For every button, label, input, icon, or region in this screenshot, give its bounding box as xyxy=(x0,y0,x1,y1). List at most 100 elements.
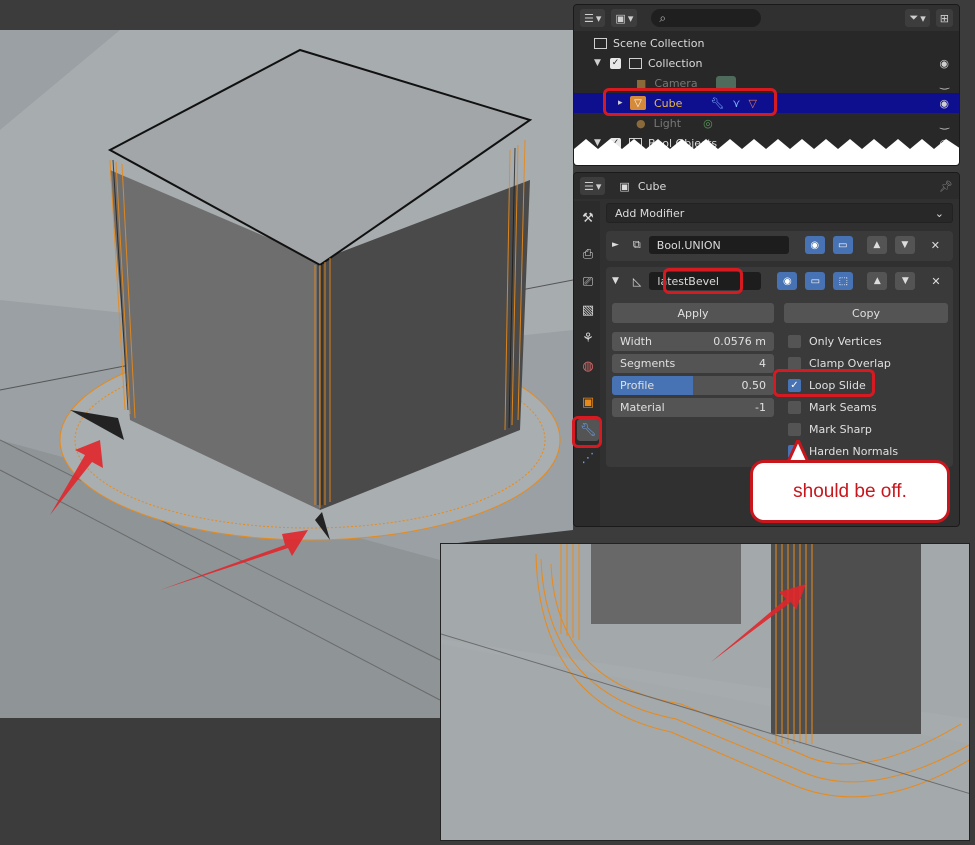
property-tabs: ⚒ ⎙ ⎚ ▧ ⚘ ◍ ▣ 🔧︎ ⋰ xyxy=(574,201,600,526)
wrench-icon[interactable]: 🔧︎ xyxy=(710,97,724,110)
light-data-icon: ◎ xyxy=(703,116,713,130)
clamp-overlap-checkbox[interactable]: Clamp Overlap xyxy=(788,357,891,370)
outliner-header: ☰ ▾ ▣ ▾ ⌕ ⏷ ▾ ⊞ xyxy=(574,5,959,31)
checkbox-label: Harden Normals xyxy=(809,445,899,458)
eye-icon[interactable]: ◉ xyxy=(939,97,949,110)
field-label: Segments xyxy=(620,357,676,370)
world-tab-icon[interactable]: ◍ xyxy=(577,355,599,377)
editmode-toggle-icon[interactable]: ⬚ xyxy=(833,272,854,290)
row-label: Collection xyxy=(648,56,703,70)
apply-button[interactable]: Apply xyxy=(612,303,774,323)
modifier-name-field[interactable]: Bool.UNION xyxy=(648,236,789,254)
boolean-modifier-icon: ⧉ xyxy=(632,238,641,251)
checkbox-icon[interactable] xyxy=(788,335,801,348)
add-modifier-label: Add Modifier xyxy=(615,206,685,220)
object-name: Cube xyxy=(637,179,667,193)
loop-slide-checkbox[interactable]: ✓ Loop Slide xyxy=(788,379,866,392)
row-label: Scene Collection xyxy=(613,36,705,50)
camera-data-icon xyxy=(715,76,736,90)
chevron-down-icon: ▾ xyxy=(595,11,602,25)
width-field[interactable]: Width 0.0576 m xyxy=(612,332,774,351)
close-icon[interactable]: ✕ xyxy=(931,275,940,288)
modifier-tab-icon[interactable]: 🔧︎ xyxy=(577,419,599,441)
move-up-button[interactable]: ▲ xyxy=(867,272,888,290)
new-collection-icon: ⊞ xyxy=(939,11,949,25)
field-label: Width xyxy=(620,335,652,348)
modifier-bool-union: ► ⧉ Bool.UNION ◉ ▭ ▲ ▼ ✕ xyxy=(606,231,953,261)
outliner-row-scene-collection[interactable]: Scene Collection xyxy=(574,33,959,53)
outliner-row-collection[interactable]: ▼ ✓ Collection ◉ xyxy=(574,53,959,73)
object-tab-icon[interactable]: ▣ xyxy=(577,391,599,413)
only-vertices-checkbox[interactable]: Only Vertices xyxy=(788,335,882,348)
new-collection-button[interactable]: ⊞ xyxy=(935,9,953,27)
checkbox-label: Clamp Overlap xyxy=(809,357,891,370)
checkbox-icon[interactable] xyxy=(788,401,801,414)
mesh-data-icon[interactable]: ▽ xyxy=(748,97,756,110)
checkbox-icon[interactable] xyxy=(788,357,801,370)
object-icon: ▣ xyxy=(619,179,630,193)
checkbox-label: Mark Sharp xyxy=(809,423,872,436)
tool-tab-icon[interactable]: ⚒ xyxy=(577,207,599,229)
light-icon: ● xyxy=(636,116,646,130)
outliner-row-camera[interactable]: ■ Camera ‿ xyxy=(574,73,959,93)
checkbox-label: Only Vertices xyxy=(809,335,882,348)
search-icon: ⌕ xyxy=(659,10,667,25)
checkbox-icon[interactable] xyxy=(788,423,801,436)
properties-header: ☰ ▾ ▣ Cube 📌︎ xyxy=(574,173,959,199)
modifier-name: Bool.UNION xyxy=(656,238,721,252)
apply-label: Apply xyxy=(677,306,709,320)
field-value: -1 xyxy=(755,401,766,414)
particles-tab-icon[interactable]: ⋰ xyxy=(577,447,599,469)
mark-sharp-checkbox[interactable]: Mark Sharp xyxy=(788,423,872,436)
mark-seams-checkbox[interactable]: Mark Seams xyxy=(788,401,877,414)
expand-icon[interactable]: ▼ xyxy=(594,58,606,68)
chevron-down-icon: ▾ xyxy=(595,179,602,193)
modifier-name-field[interactable]: latestBevel xyxy=(649,272,762,290)
render-tab-icon[interactable]: ⎙ xyxy=(577,243,599,265)
filter-view-button[interactable]: ▣ ▾ xyxy=(611,9,638,27)
expand-icon[interactable]: ▸ xyxy=(618,98,630,108)
eye-icon[interactable]: ◉ xyxy=(939,57,949,70)
row-label: Cube xyxy=(654,96,683,110)
view-layer-tab-icon[interactable]: ▧ xyxy=(577,299,599,321)
material-field[interactable]: Material -1 xyxy=(612,398,774,417)
torn-edge xyxy=(574,139,959,165)
copy-button[interactable]: Copy xyxy=(784,303,948,323)
bevel-modifier-icon: ◺ xyxy=(632,274,642,288)
segments-field[interactable]: Segments 4 xyxy=(612,354,774,373)
vertex-group-icon[interactable]: ⋎ xyxy=(732,97,740,110)
move-down-button[interactable]: ▼ xyxy=(894,236,915,254)
close-icon[interactable]: ✕ xyxy=(931,239,940,252)
search-input[interactable]: ⌕ xyxy=(651,9,762,27)
outliner-row-light[interactable]: ● Light ◎ ‿ xyxy=(574,113,959,133)
row-label: Light xyxy=(653,116,682,130)
render-toggle-icon[interactable]: ◉ xyxy=(804,236,825,254)
render-toggle-icon[interactable]: ◉ xyxy=(777,272,798,290)
add-modifier-dropdown[interactable]: Add Modifier ⌄ xyxy=(606,203,953,223)
move-up-button[interactable]: ▲ xyxy=(866,236,887,254)
filter-button[interactable]: ⏷ ▾ xyxy=(905,9,930,27)
expand-icon[interactable]: ▼ xyxy=(612,276,619,286)
move-down-button[interactable]: ▼ xyxy=(895,272,916,290)
eye-closed-icon[interactable]: ‿ xyxy=(940,77,949,90)
output-tab-icon[interactable]: ⎚ xyxy=(577,271,599,293)
checkbox-icon[interactable]: ✓ xyxy=(610,57,621,69)
chevron-down-icon: ▾ xyxy=(627,11,634,25)
outliner-panel: ☰ ▾ ▣ ▾ ⌕ ⏷ ▾ ⊞ Scene Collection ▼ ✓ Collec… xyxy=(573,4,960,166)
checkmark-icon[interactable]: ✓ xyxy=(788,379,801,392)
eye-closed-icon[interactable]: ‿ xyxy=(940,117,949,130)
chevron-down-icon: ⌄ xyxy=(934,206,944,220)
pin-icon[interactable]: 📌︎ xyxy=(939,180,953,193)
editor-type-button[interactable]: ☰ ▾ xyxy=(580,177,606,195)
display-mode-button[interactable]: ☰ ▾ xyxy=(580,9,606,27)
profile-slider[interactable]: Profile 0.50 xyxy=(612,376,774,395)
outliner-row-cube[interactable]: ▸ ▽ Cube 🔧︎ ⋎ ▽ ◉ xyxy=(574,93,959,113)
viewport-toggle-icon[interactable]: ▭ xyxy=(805,272,826,290)
properties-icon: ☰ xyxy=(584,179,594,193)
checkbox-label: Mark Seams xyxy=(809,401,877,414)
expand-icon[interactable]: ► xyxy=(612,240,619,250)
field-label: Profile xyxy=(620,379,655,392)
field-value: 0.0576 m xyxy=(713,335,766,348)
viewport-toggle-icon[interactable]: ▭ xyxy=(832,236,853,254)
scene-tab-icon[interactable]: ⚘ xyxy=(577,327,599,349)
